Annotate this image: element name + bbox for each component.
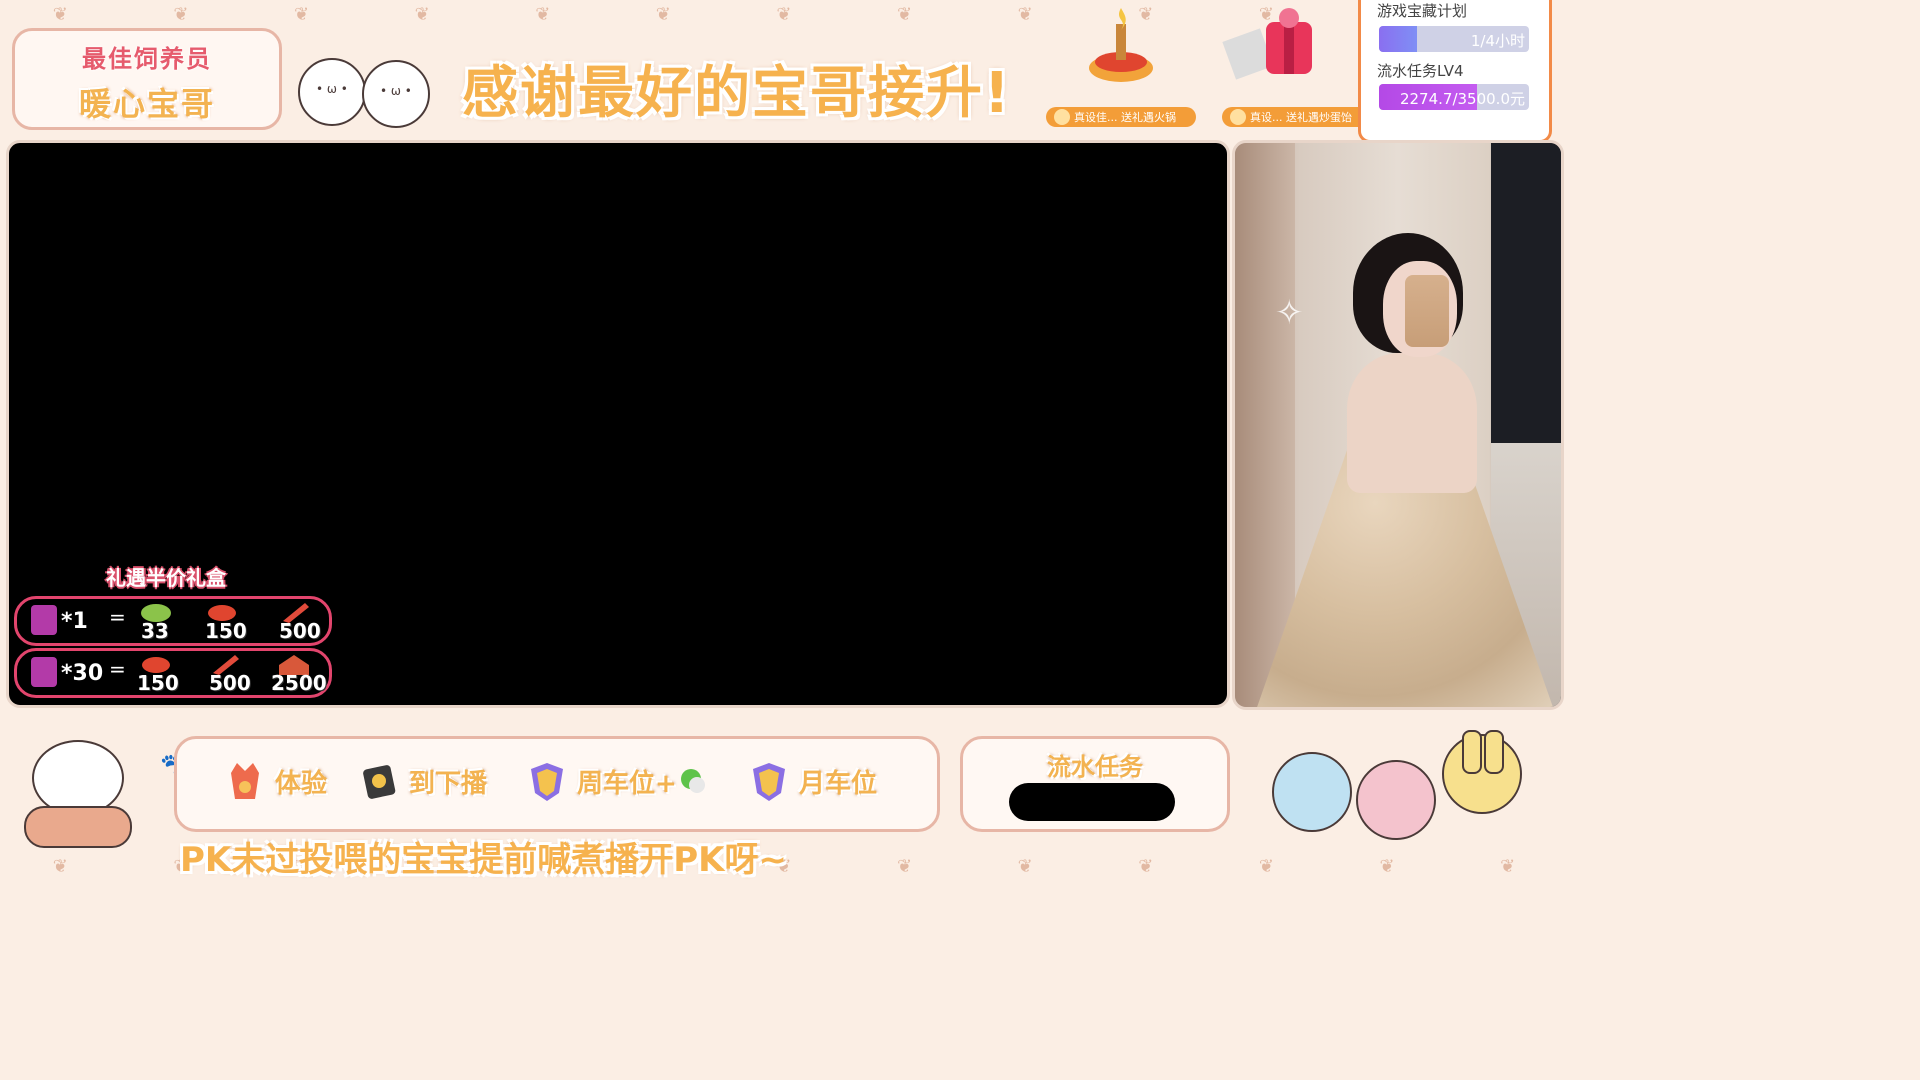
sparkle-sticker-icon: ✧ [1275,293,1304,333]
thanks-headline: 感谢最好的宝哥接升! [462,61,1012,126]
wechat-icon [680,769,705,793]
book-icon [363,765,396,799]
flow-progress-text: 2274.7/3500.0元 [1399,90,1525,108]
guard-shield-icon [753,763,785,801]
treasure-plan-label: 游戏宝藏计划 [1377,2,1468,20]
treasure-progress-bar: 1/4小时 [1379,26,1529,52]
window-background [1491,143,1561,443]
offer-row-2-value-1: 150 [137,671,179,695]
offer-row-1-value-3: 500 [279,619,321,643]
privilege-label-trial: 体验 [275,768,328,799]
flow-task-level-label: 流水任务LV4 [1377,62,1464,80]
guard-shield-icon [531,763,563,801]
flow-task-title: 流水任务 [1047,753,1143,781]
offer-row-1-equals: = [109,605,126,629]
chiikawa-character-icon: • ω • [362,60,430,128]
gift-notice-tag-2: 真设... 送礼遇炒蛋饴 [1222,107,1368,127]
phone-icon [1405,275,1449,347]
chiikawa-characters: • ω • • ω • [298,50,430,132]
hachiware-character-icon: • ω • [298,58,366,126]
hotpot-gift-icon [1089,8,1153,82]
best-feeder-title: 最佳饲养员 [82,45,212,73]
treasure-progress-text: 1/4小时 [1470,32,1525,50]
offer-row-1-qty: *1 [61,609,88,634]
streamer-camera-feed: ✧ [1232,140,1564,710]
ear-icon [1484,730,1504,774]
privilege-item-trial: 体验 [225,759,327,803]
gift-notice-text-1: 真设佳... 送礼遇火锅 [1074,111,1176,124]
half-price-box-title: 礼遇半价礼盒 [106,566,226,590]
privilege-item-monthly-seat: 月车位 [749,759,877,803]
red-gift-icon [1222,8,1312,80]
offer-row-1-value-2: 150 [205,619,247,643]
avatar-icon [1054,109,1070,125]
privilege-bar: 体验 到下播 周车位+ 月车位 [174,736,940,832]
flow-task-box: 流水任务 [960,736,1230,832]
pink-mascot-icon [1356,760,1436,840]
gift-notice-text-2: 真设... 送礼遇炒蛋饴 [1250,111,1352,124]
flow-task-pill [1009,783,1175,821]
ear-icon [1462,730,1482,774]
offer-row-2-equals: = [109,657,126,681]
toy-car-icon [24,806,132,848]
privilege-item-weekly-seat: 周车位+ [527,759,709,803]
offer-row-2: *30 = 150 500 2500 [14,648,332,698]
privilege-item-until-end: 到下播 [359,759,487,803]
offer-row-2-qty: *30 [61,661,104,686]
blue-mascot-icon [1272,752,1352,832]
gift-notice-tag-1: 真设佳... 送礼遇火锅 [1046,107,1196,127]
privilege-label-weekly-seat: 周车位+ [577,768,677,799]
avatar-icon [1230,109,1246,125]
offer-row-1: *1 = 33 150 500 [14,596,332,646]
pk-notice-ticker: PK未过投喂的宝宝提前喊煮播开PK呀~ [180,840,788,880]
flow-progress-bar: 2274.7/3500.0元 [1379,84,1529,110]
crown-cup-icon [231,763,259,799]
streamer-body [1347,353,1477,493]
mascot-in-car [24,740,134,848]
offer-row-2-value-2: 500 [209,671,251,695]
gift-box-icon [31,605,57,635]
treasure-progress-fill [1379,26,1417,52]
mascot-head-icon [32,740,124,816]
mascot-trio [1270,712,1530,842]
task-progress-panel: 游戏宝藏计划 1/4小时 流水任务LV4 2274.7/3500.0元 [1358,0,1552,143]
privilege-label-monthly-seat: 月车位 [799,768,878,799]
offer-row-2-value-3: 2500 [271,671,327,695]
best-feeder-name: 暖心宝哥 [78,85,215,123]
usagi-mascot-icon [1442,730,1522,814]
gift-box-icon [31,657,57,687]
offer-row-1-value-1: 33 [141,619,169,643]
privilege-label-until-end: 到下播 [409,768,488,799]
door-background [1235,143,1295,707]
best-feeder-panel: 最佳饲养员 暖心宝哥 [12,28,282,130]
